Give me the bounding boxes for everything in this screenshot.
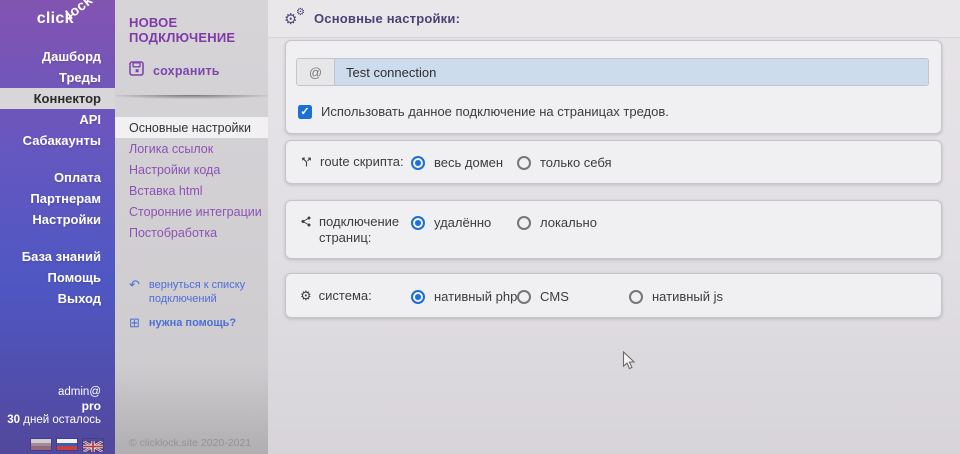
radio-selected-icon[interactable]	[411, 156, 425, 170]
flag-russia-icon[interactable]	[57, 439, 77, 450]
main-content: ⚙⚙ Основные настройки: @ ✓ Использовать …	[268, 0, 960, 454]
sidebar-item-knowledge-base[interactable]: База знаний	[0, 246, 115, 267]
back-to-list-link[interactable]: ↶ вернуться к списку подключений	[115, 273, 268, 311]
system-card: ⚙ система: нативный php CMS нативный js	[285, 273, 942, 318]
connection-name-card: @ ✓ Использовать данное подключение на с…	[285, 40, 942, 134]
need-help-label: нужна помощь?	[149, 316, 236, 330]
account-info: admin@ pro 30 дней осталось	[7, 386, 101, 426]
radio-native-js[interactable]: нативный js	[629, 289, 723, 304]
language-switcher	[31, 439, 103, 450]
radio-selected-icon[interactable]	[411, 216, 425, 230]
plus-box-icon: ⊞	[129, 316, 140, 329]
sidebar-item-dashboard[interactable]: Дашборд	[0, 46, 115, 67]
sidebar: clicklock Дашборд Треды Коннектор API Са…	[0, 0, 115, 454]
back-to-list-label: вернуться к списку подключений	[149, 278, 260, 306]
account-email: admin@	[7, 386, 101, 398]
sidebar-item-subaccounts[interactable]: Сабакаунты	[0, 130, 115, 151]
panel-item-general-settings[interactable]: Основные настройки	[115, 117, 268, 138]
panel-item-code-settings[interactable]: Настройки кода	[115, 159, 268, 180]
account-days-left: 30 дней осталось	[7, 414, 101, 426]
panel-item-html-insert[interactable]: Вставка html	[115, 180, 268, 201]
radio-unselected-icon[interactable]	[517, 216, 531, 230]
sidebar-item-logout[interactable]: Выход	[0, 288, 115, 309]
system-label: ⚙ система:	[300, 288, 372, 304]
checkbox-label: Использовать данное подключение на стран…	[321, 104, 669, 119]
route-split-icon	[300, 155, 313, 173]
panel-links: ↶ вернуться к списку подключений ⊞ нужна…	[115, 273, 268, 335]
sidebar-item-help[interactable]: Помощь	[0, 267, 115, 288]
undo-arrow-icon: ↶	[129, 278, 140, 291]
radio-cms[interactable]: CMS	[517, 289, 569, 304]
sidebar-item-settings[interactable]: Настройки	[0, 209, 115, 230]
use-on-threads-option[interactable]: ✓ Использовать данное подключение на стр…	[298, 104, 669, 119]
radio-remote[interactable]: удалённо	[411, 215, 491, 230]
panel-divider	[115, 95, 268, 101]
days-number: 30	[7, 414, 20, 426]
sidebar-item-payment[interactable]: Оплата	[0, 167, 115, 188]
radio-selected-icon[interactable]	[411, 290, 425, 304]
connection-name-input[interactable]	[335, 59, 928, 85]
sidebar-item-api[interactable]: API	[0, 109, 115, 130]
radio-local[interactable]: локально	[517, 215, 597, 230]
sidebar-item-connector[interactable]: Коннектор	[0, 88, 115, 109]
at-sign-icon: @	[297, 59, 335, 85]
app-logo[interactable]: clicklock	[0, 0, 115, 42]
radio-only-self[interactable]: только себя	[517, 155, 612, 170]
page-connection-label: подключение страниц:	[300, 214, 411, 246]
radio-whole-domain[interactable]: весь домен	[411, 155, 503, 170]
need-help-link[interactable]: ⊞ нужна помощь?	[115, 311, 268, 335]
page-connection-card: подключение страниц: удалённо локально	[285, 200, 942, 259]
days-text: дней осталось	[20, 414, 101, 426]
panel-item-postprocessing[interactable]: Постобработка	[115, 222, 268, 243]
sidebar-nav: Дашборд Треды Коннектор API Сабакаунты О…	[0, 46, 115, 309]
main-header: ⚙⚙ Основные настройки:	[268, 0, 960, 38]
panel-title: НОВОЕ ПОДКЛЮЧЕНИЕ	[115, 0, 268, 45]
radio-unselected-icon[interactable]	[629, 290, 643, 304]
save-icon	[129, 61, 144, 81]
radio-unselected-icon[interactable]	[517, 290, 531, 304]
flag-gray-icon[interactable]	[31, 439, 51, 450]
nav-divider	[0, 151, 115, 167]
script-route-label: route скрипта:	[300, 154, 404, 173]
radio-unselected-icon[interactable]	[517, 156, 531, 170]
panel-item-integrations[interactable]: Сторонние интеграции	[115, 201, 268, 222]
connection-panel: НОВОЕ ПОДКЛЮЧЕНИЕ сохранить Основные нас…	[115, 0, 268, 454]
checkbox-checked-icon[interactable]: ✓	[298, 105, 312, 119]
gears-icon: ⚙⚙	[284, 10, 306, 28]
sidebar-item-partners[interactable]: Партнерам	[0, 188, 115, 209]
copyright-footer: © clicklock.site 2020-2021	[129, 437, 251, 449]
script-route-card: route скрипта: весь домен только себя	[285, 140, 942, 184]
panel-menu: Основные настройки Логика ссылок Настрой…	[115, 117, 268, 243]
page-title: Основные настройки:	[314, 11, 460, 26]
save-button[interactable]: сохранить	[115, 45, 268, 81]
panel-item-link-logic[interactable]: Логика ссылок	[115, 138, 268, 159]
account-plan: pro	[7, 399, 101, 413]
save-button-label: сохранить	[153, 64, 220, 78]
radio-native-php[interactable]: нативный php	[411, 289, 517, 304]
nav-divider	[0, 230, 115, 246]
share-icon	[300, 215, 312, 246]
connection-name-group: @	[296, 58, 929, 86]
gear-icon: ⚙	[300, 289, 312, 304]
sidebar-item-threads[interactable]: Треды	[0, 67, 115, 88]
flag-uk-icon[interactable]	[83, 439, 103, 450]
